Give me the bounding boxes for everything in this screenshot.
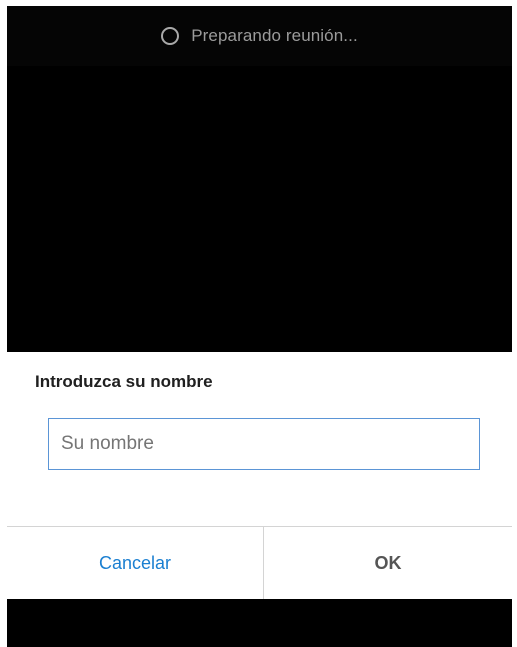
loading-spinner-icon [161,27,180,45]
cancel-button[interactable]: Cancelar [7,527,263,599]
status-bar: Preparando reunión... [7,6,512,66]
dialog-title: Introduzca su nombre [35,372,213,391]
meeting-screen: Preparando reunión... Introduzca su nomb… [7,6,512,647]
ok-button[interactable]: OK [264,527,512,599]
status-text: Preparando reunión... [191,26,358,45]
name-input[interactable] [48,418,480,470]
name-dialog: Introduzca su nombre Cancelar OK [7,352,512,599]
